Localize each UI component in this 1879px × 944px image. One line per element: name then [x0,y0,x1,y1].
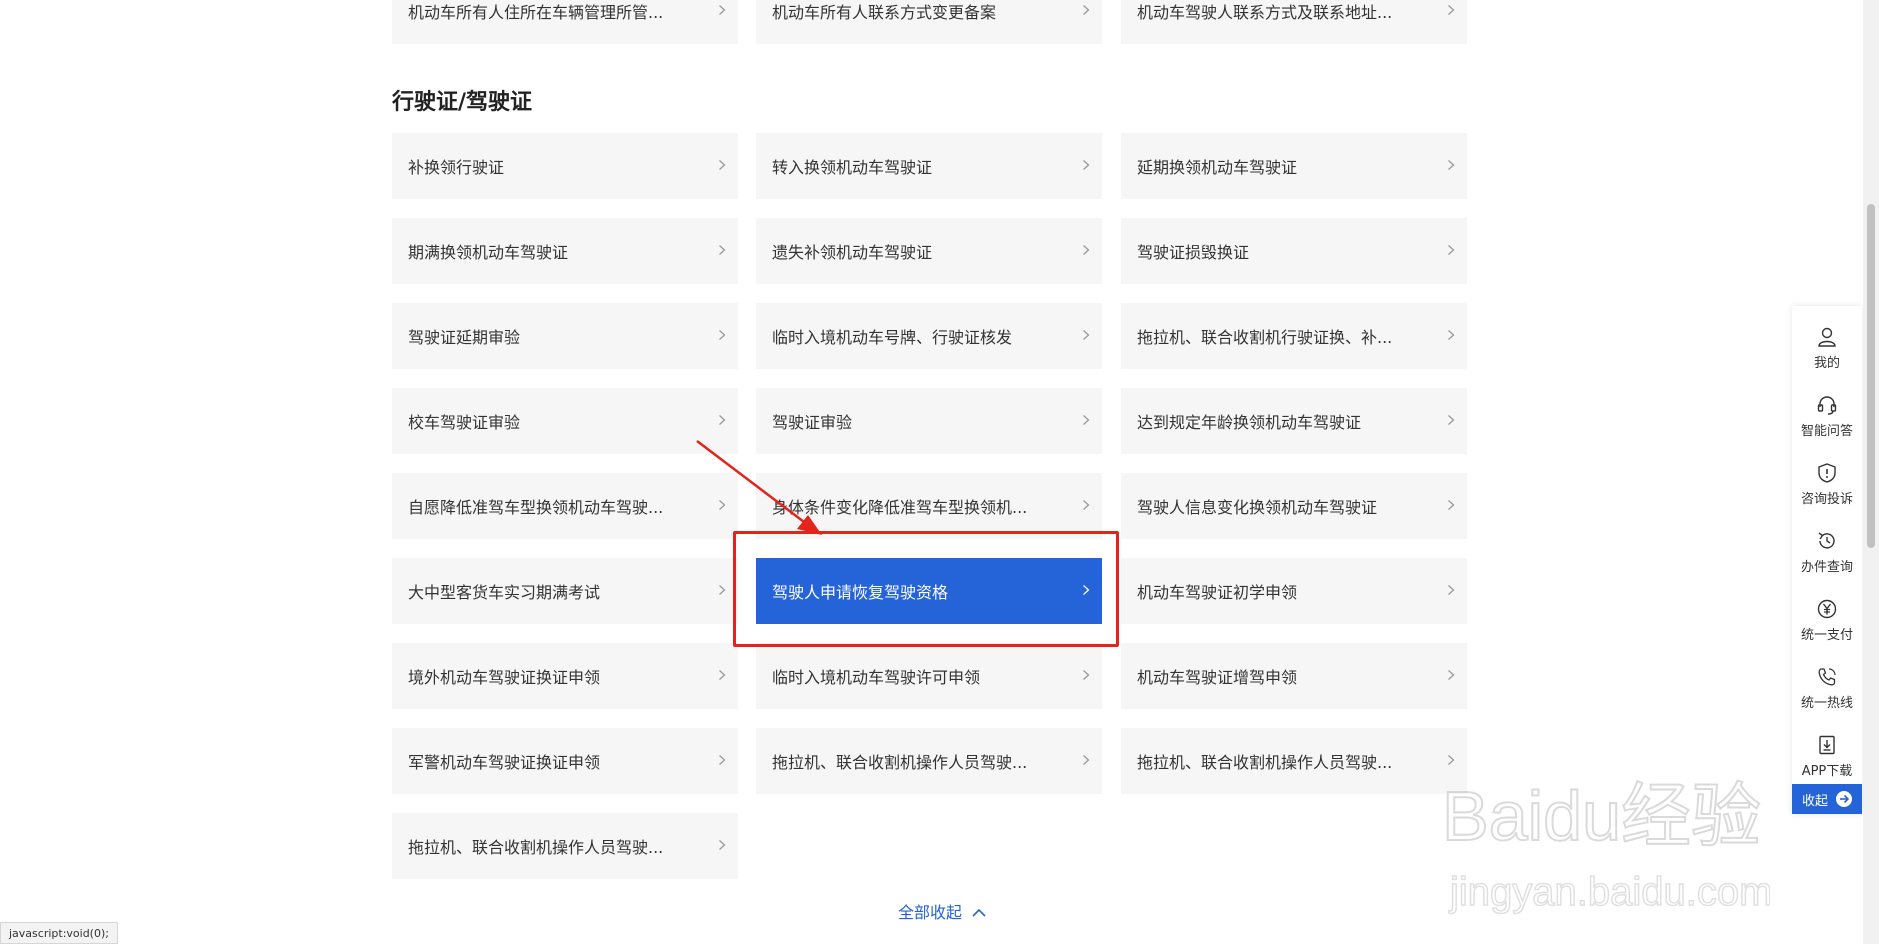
sidebar-item-label: 统一支付 [1800,627,1853,643]
sidebar-item-2[interactable]: 智能问答 [1792,384,1862,448]
phone-icon [1816,666,1838,692]
sidebar-collapse-button[interactable]: 收起 [1792,784,1862,814]
sidebar-item-label: 我的 [1813,355,1840,371]
yuan-icon [1816,598,1838,624]
page: 机动车所有人住所在车辆管理所管... 机动车所有人联系方式变更备案 机动车驾驶人联系… [0,0,1879,944]
history-icon [1816,530,1838,556]
sidebar-item-label: APP下载 [1801,763,1853,779]
status-bar-text: javascript:void(0); [9,926,109,940]
sidebar-item-label: 统一热线 [1800,695,1853,711]
sidebar-item-5[interactable]: 统一支付 [1792,588,1862,652]
sidebar-item-7[interactable]: APP下载 [1792,724,1862,788]
shield-alert-icon [1816,462,1838,488]
page-scrollbar[interactable] [1863,0,1879,944]
download-icon [1816,734,1838,760]
headset-icon [1816,394,1838,420]
sidebar-item-3[interactable]: 咨询投诉 [1792,452,1862,516]
annotation-arrow [696,440,822,535]
sidebar-item-label: 办件查询 [1800,559,1853,575]
sidebar-item-4[interactable]: 办件查询 [1792,520,1862,584]
sidebar-item-label: 智能问答 [1800,423,1853,439]
sidebar-item-6[interactable]: 统一热线 [1792,656,1862,720]
arrow-right-circle-icon [1836,791,1852,807]
sidebar-item-1[interactable]: 我的 [1792,316,1862,380]
floating-sidebar: 我的智能问答咨询投诉办件查询统一支付统一热线 APP下载 收起 [1792,306,1862,814]
sidebar-collapse-label: 收起 [1801,793,1828,809]
scrollbar-thumb[interactable] [1867,204,1875,548]
browser-status-bar: javascript:void(0); [0,922,118,944]
sidebar-item-label: 咨询投诉 [1800,491,1853,507]
user-icon [1816,326,1838,352]
